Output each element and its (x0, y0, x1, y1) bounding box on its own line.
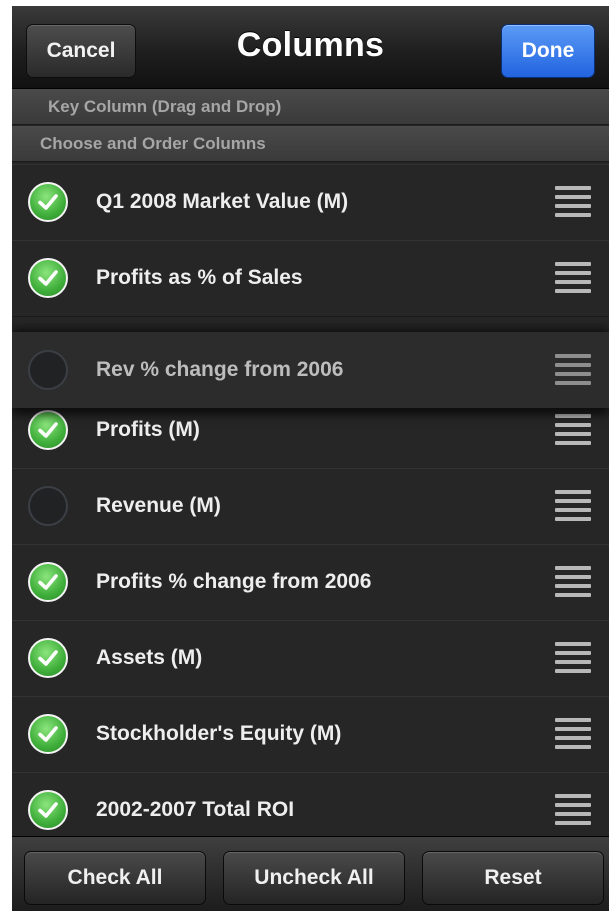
column-row[interactable]: Profits % change from 2006 (12, 544, 609, 621)
reorder-grip-icon[interactable] (555, 718, 591, 750)
checkmark-circle-icon[interactable] (28, 790, 68, 830)
column-row[interactable]: Q1 2008 Market Value (M) (12, 164, 609, 241)
uncheck-all-button[interactable]: Uncheck All (223, 851, 405, 905)
checkmark-circle-icon[interactable] (28, 562, 68, 602)
column-label: 2002-2007 Total ROI (96, 798, 295, 821)
reset-button[interactable]: Reset (422, 851, 604, 905)
column-row[interactable]: Revenue (M) (12, 468, 609, 545)
navigation-bar: Cancel Columns Done (12, 6, 609, 89)
reorder-grip-icon[interactable] (555, 354, 591, 386)
column-label: Revenue (M) (96, 494, 221, 517)
column-label: Rev % change from 2006 (96, 358, 344, 381)
column-label: Profits (M) (96, 418, 200, 441)
checkmark-circle-icon[interactable] (28, 258, 68, 298)
column-row[interactable]: Stockholder's Equity (M) (12, 696, 609, 773)
reorder-grip-icon[interactable] (555, 566, 591, 598)
column-row[interactable]: Assets (M) (12, 620, 609, 697)
checkmark-circle-icon[interactable] (28, 182, 68, 222)
reorder-grip-icon[interactable] (555, 642, 591, 674)
reorder-grip-icon[interactable] (555, 186, 591, 218)
empty-circle-icon[interactable] (28, 486, 68, 526)
column-label: Profits % change from 2006 (96, 570, 372, 593)
column-label: Stockholder's Equity (M) (96, 722, 342, 745)
checkmark-circle-icon[interactable] (28, 410, 68, 450)
column-row[interactable]: Profits as % of Sales (12, 240, 609, 317)
reorder-grip-icon[interactable] (555, 414, 591, 446)
section-header-choose-columns: Choose and Order Columns (12, 126, 609, 162)
done-button[interactable]: Done (501, 24, 595, 78)
column-label: Profits as % of Sales (96, 266, 303, 289)
section-header-key-column: Key Column (Drag and Drop) (12, 89, 609, 125)
empty-circle-icon[interactable] (28, 350, 68, 390)
reorder-grip-icon[interactable] (555, 794, 591, 826)
reorder-grip-icon[interactable] (555, 262, 591, 294)
check-all-button[interactable]: Check All (24, 851, 206, 905)
columns-screen: Cancel Columns Done Key Column (Drag and… (12, 6, 609, 911)
checkmark-circle-icon[interactable] (28, 714, 68, 754)
checkmark-circle-icon[interactable] (28, 638, 68, 678)
reorder-grip-icon[interactable] (555, 490, 591, 522)
column-row-dragging[interactable]: Rev % change from 2006 (12, 332, 609, 408)
bottom-toolbar: Check All Uncheck All Reset (12, 836, 609, 911)
column-label: Assets (M) (96, 646, 203, 669)
column-label: Q1 2008 Market Value (M) (96, 190, 349, 213)
